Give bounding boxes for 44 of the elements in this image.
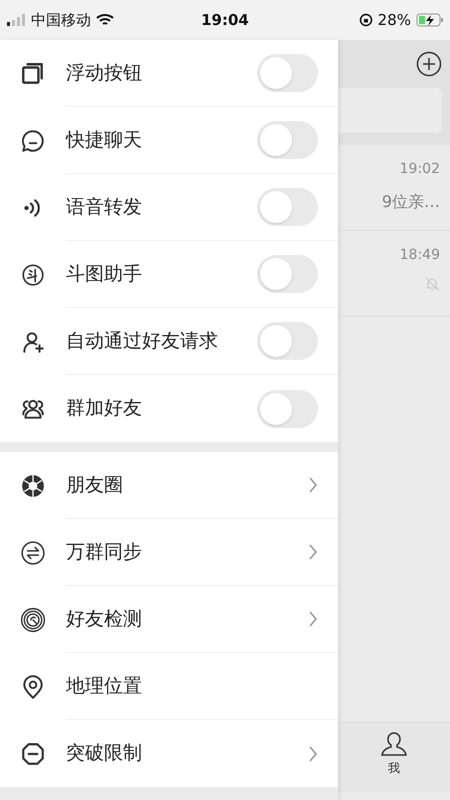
chevron-icon[interactable] <box>308 610 318 628</box>
menu-label: 自动通过好友请求 <box>66 328 219 354</box>
chat-bubble-icon <box>20 128 46 154</box>
battery-percent: 28% <box>378 10 411 31</box>
chat-preview: 9位亲… <box>382 191 440 213</box>
chat-time: 19:02 <box>400 160 440 179</box>
rotation-lock-icon <box>358 13 373 27</box>
toggle-switch[interactable] <box>257 322 318 360</box>
toggle-switch[interactable] <box>257 188 318 226</box>
toggle-switch[interactable] <box>257 390 318 428</box>
plus-icon[interactable] <box>416 51 442 77</box>
toggle-switch[interactable] <box>257 54 318 92</box>
signal-icon <box>6 14 26 26</box>
menu-label: 朋友圈 <box>66 472 124 498</box>
chat-row[interactable]: 19:02 9位亲… <box>338 145 450 231</box>
menu-label: 群加好友 <box>66 396 143 422</box>
chevron-icon[interactable] <box>308 543 318 561</box>
wifi-icon <box>96 13 114 27</box>
chat-row[interactable]: 18:49 <box>338 231 450 317</box>
chat-time: 18:49 <box>400 246 440 265</box>
radar-icon <box>20 606 46 632</box>
chevron-icon[interactable] <box>308 476 318 494</box>
menu-label: 语音转发 <box>66 194 143 220</box>
search-field[interactable] <box>338 88 442 133</box>
menu-label: 斗图助手 <box>66 262 143 287</box>
battery-charging-icon <box>416 13 444 27</box>
menu-label: 地理位置 <box>66 674 143 699</box>
square-icon <box>20 60 46 86</box>
carrier-name: 中国移动 <box>31 10 91 31</box>
toggle-switch[interactable] <box>257 121 318 159</box>
menu-label: 万群同步 <box>66 540 143 565</box>
clock-time: 19:04 <box>201 10 249 31</box>
chevron-icon[interactable] <box>308 744 318 762</box>
menu-label: 快捷聊天 <box>66 128 143 153</box>
toggle-switch[interactable] <box>257 255 318 293</box>
dou-character-icon <box>20 262 46 288</box>
me-tab[interactable]: 我 <box>379 731 409 777</box>
menu-label: 浮动按钮 <box>66 60 143 86</box>
swap-arrows-icon <box>20 540 46 566</box>
menu-label: 好友检测 <box>66 606 143 632</box>
person-icon <box>379 731 409 759</box>
aperture-icon <box>20 472 46 498</box>
stop-sign-icon <box>20 740 46 766</box>
menu-label: 突破限制 <box>66 741 143 766</box>
